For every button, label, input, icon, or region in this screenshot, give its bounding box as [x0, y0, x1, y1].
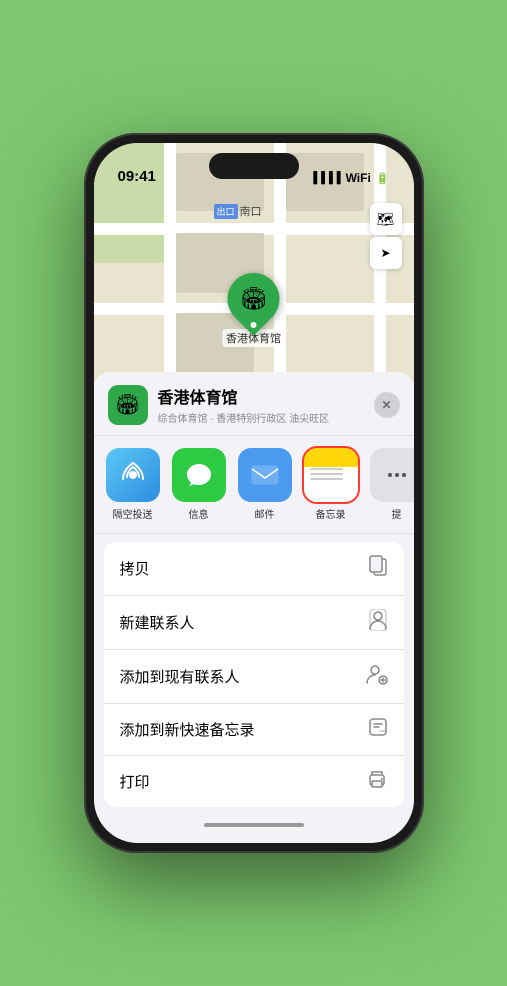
action-add-contact[interactable]: 添加到现有联系人: [104, 650, 404, 704]
dynamic-island: [209, 153, 299, 179]
print-label: 打印: [120, 771, 150, 792]
share-item-more[interactable]: 提: [368, 448, 414, 521]
action-list: 拷贝 新建联系人: [104, 542, 404, 807]
action-new-contact[interactable]: 新建联系人: [104, 596, 404, 650]
notes-line-3: [310, 478, 344, 480]
place-subtitle: 综合体育馆 · 香港特别行政区 油尖旺区: [158, 410, 374, 425]
messages-icon: [172, 448, 226, 502]
action-copy[interactable]: 拷贝: [104, 542, 404, 596]
wifi-icon: WiFi: [346, 171, 371, 185]
notes-icon: [304, 448, 358, 502]
place-emoji: 🏟: [115, 392, 140, 417]
map-marker: 🏟 香港体育馆: [222, 273, 285, 347]
share-item-notes[interactable]: 备忘录: [302, 448, 360, 521]
notes-line-2: [310, 473, 344, 475]
new-contact-label: 新建联系人: [120, 612, 195, 633]
share-item-messages[interactable]: 信息: [170, 448, 228, 521]
dot-1: [388, 473, 392, 477]
share-item-airdrop[interactable]: 隔空投送: [104, 448, 162, 521]
more-dots: [388, 473, 406, 477]
dot-2: [395, 473, 399, 477]
signal-icon: ▐▐▐▐: [309, 172, 340, 184]
action-quick-note[interactable]: 添加到新快速备忘录: [104, 704, 404, 756]
bottom-sheet: 🏟 香港体育馆 综合体育馆 · 香港特别行政区 油尖旺区 ✕: [94, 372, 414, 843]
print-icon: [366, 769, 388, 794]
place-icon: 🏟: [108, 385, 148, 425]
notes-label: 备忘录: [316, 506, 346, 521]
dot-3: [402, 473, 406, 477]
battery-icon: 🔋: [376, 172, 390, 185]
status-time: 09:41: [118, 168, 156, 185]
note-icon: [368, 717, 388, 742]
home-indicator: [94, 815, 414, 835]
notes-line-1: [310, 468, 344, 470]
more-icon: [370, 448, 414, 502]
exit-tag: 出口: [214, 204, 238, 219]
messages-label: 信息: [189, 506, 209, 521]
marker-dot: [251, 322, 257, 328]
marker-emoji: 🏟: [240, 286, 268, 312]
status-icons: ▐▐▐▐ WiFi 🔋: [309, 171, 389, 185]
add-contact-label: 添加到现有联系人: [120, 666, 240, 687]
mail-label: 邮件: [255, 506, 275, 521]
notes-content: [304, 448, 358, 502]
map-location-button[interactable]: ➤: [370, 237, 402, 269]
more-label: 提: [392, 506, 402, 521]
place-info: 香港体育馆 综合体育馆 · 香港特别行政区 油尖旺区: [158, 384, 374, 425]
phone-frame: 09:41 ▐▐▐▐ WiFi 🔋: [84, 133, 424, 853]
copy-label: 拷贝: [120, 558, 150, 579]
copy-icon: [368, 555, 388, 582]
phone-screen: 09:41 ▐▐▐▐ WiFi 🔋: [94, 143, 414, 843]
map-controls: 🗺 ➤: [370, 203, 402, 269]
home-bar: [204, 823, 304, 827]
map-layer-button[interactable]: 🗺: [370, 203, 402, 235]
person-icon: [368, 609, 388, 636]
person-add-icon: [366, 663, 388, 690]
share-row: 隔空投送 信息: [94, 436, 414, 534]
quick-note-label: 添加到新快速备忘录: [120, 719, 255, 740]
mail-icon: [238, 448, 292, 502]
close-button[interactable]: ✕: [374, 392, 400, 418]
share-item-mail[interactable]: 邮件: [236, 448, 294, 521]
place-name: 香港体育馆: [158, 384, 374, 408]
map-label-nkou: 出口 南口: [214, 203, 262, 219]
airdrop-label: 隔空投送: [113, 506, 153, 521]
place-header: 🏟 香港体育馆 综合体育馆 · 香港特别行政区 油尖旺区 ✕: [94, 384, 414, 436]
notes-icon-wrapper: [304, 448, 358, 502]
exit-label: 南口: [240, 203, 262, 219]
airdrop-icon: [106, 448, 160, 502]
action-print[interactable]: 打印: [104, 756, 404, 807]
